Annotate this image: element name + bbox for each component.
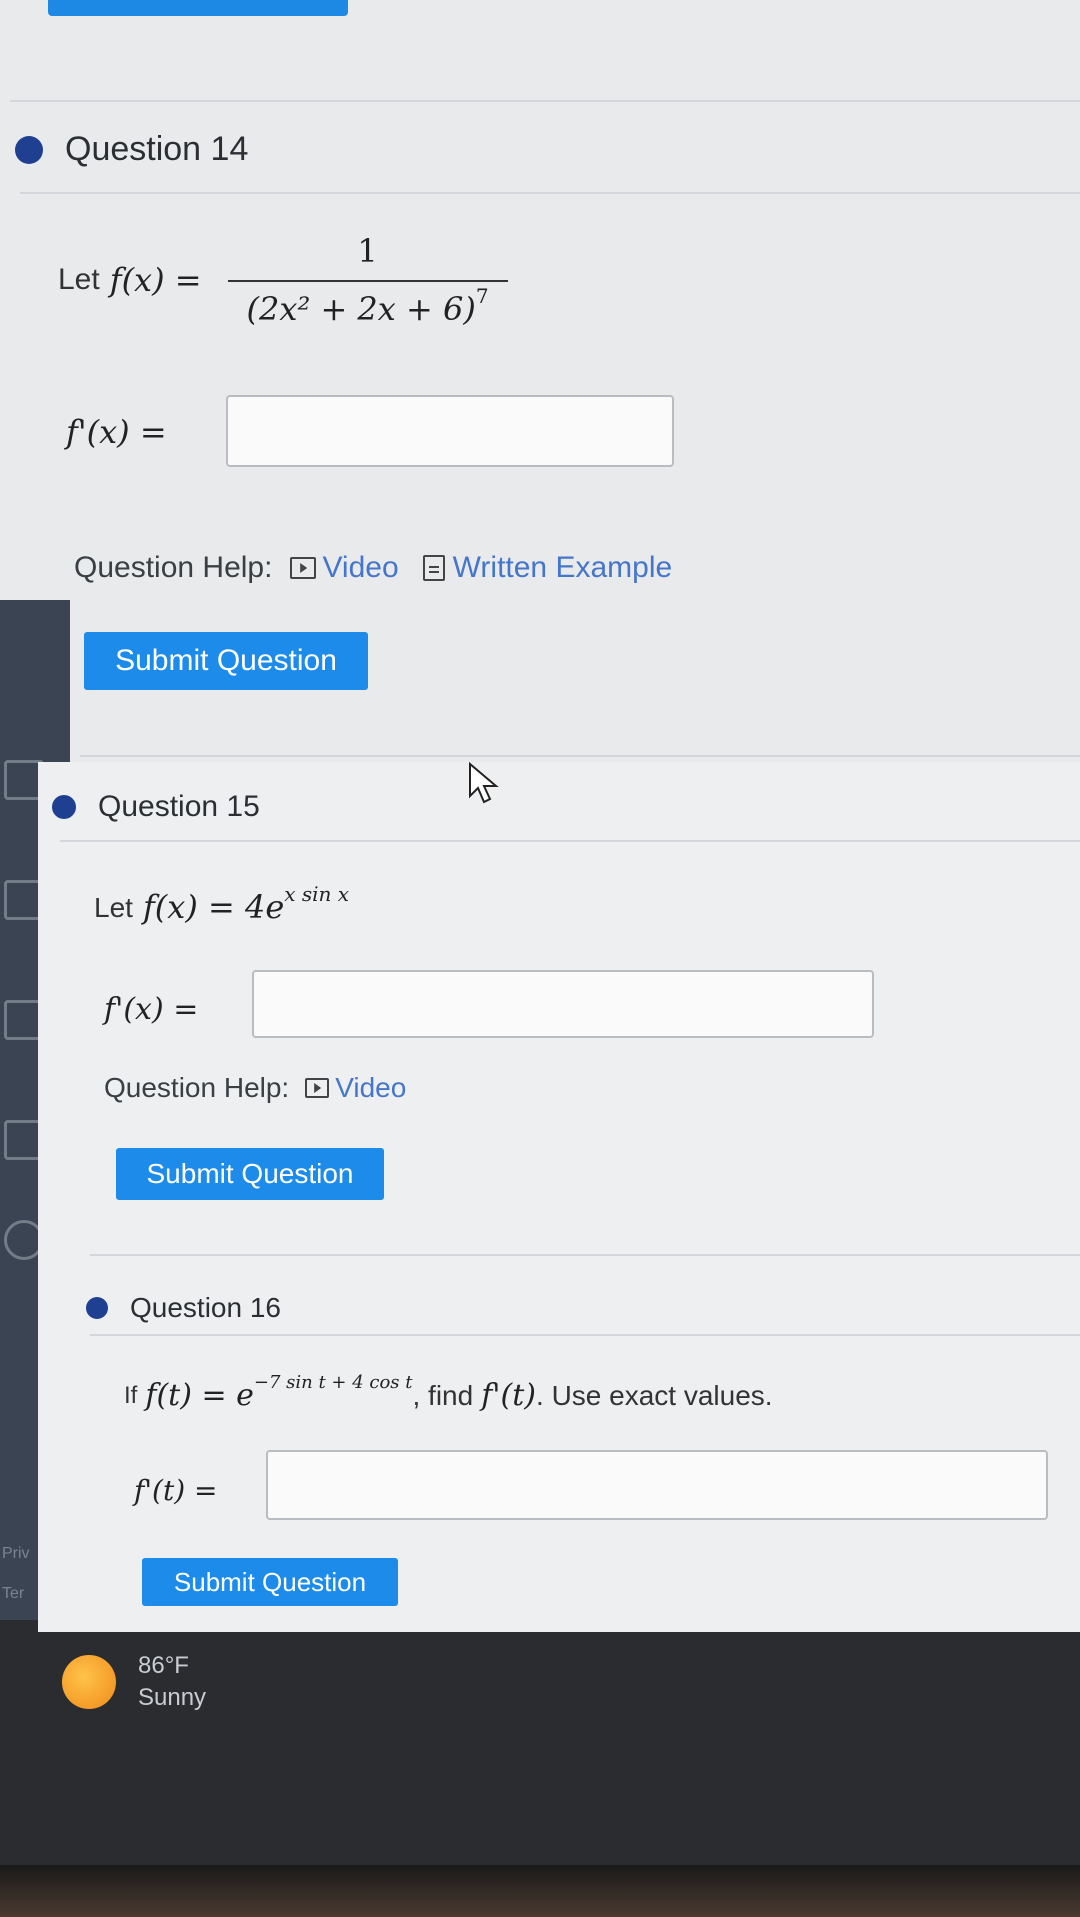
prompt-suffix: . Use exact values. [536,1380,773,1411]
answer-label: f'(t) = [134,1474,218,1507]
function-lhs: f(x) = 4e [142,888,285,926]
sun-icon [62,1655,116,1709]
question-help: Question Help: Video Written Example [74,551,672,585]
document-icon [422,555,445,581]
divider [80,755,1080,757]
question-15-header: Question 15 [52,790,260,824]
answer-input-q15[interactable] [252,970,874,1038]
video-link[interactable]: Video [290,551,399,585]
prompt-prefix: Let [94,892,133,923]
function-lhs: f(t) = e [145,1378,254,1413]
mouse-cursor-icon [469,762,499,804]
numerator: 1 [357,232,378,270]
divider [20,192,1080,194]
exponent: x sin x [284,882,350,906]
help-label: Question Help: [74,551,273,584]
divider [10,100,1080,102]
divider [60,840,1080,842]
weather-temperature: 86°F [138,1652,189,1679]
question-title: Question 14 [65,130,249,168]
question-title: Question 15 [98,790,260,823]
video-icon [305,1078,330,1098]
privacy-link[interactable]: Priv [2,1545,30,1563]
help-label: Question Help: [104,1072,290,1103]
function-lhs: f(x) = [109,261,202,299]
written-example-link[interactable]: Written Example [422,551,672,585]
answer-label: f'(x) = [66,413,167,451]
weather-widget[interactable]: 86°F Sunny [62,1650,206,1714]
status-dot-icon [15,135,43,164]
question-14-header: Question 14 [15,130,248,169]
status-dot-icon [86,1297,108,1319]
prompt-prefix: Let [58,263,100,296]
prompt-prefix: If [124,1382,138,1409]
weather-condition: Sunny [138,1684,207,1711]
exponent: 7 [475,284,489,308]
video-icon [290,557,317,579]
bottom-bezel [0,1865,1080,1917]
derivative-symbol: f'(t) [481,1378,537,1413]
divider [90,1334,1080,1336]
screen: Priv Ter Question 14 Let f(x) = 1 (2x² +… [0,0,1080,1632]
previous-submit-button[interactable] [48,0,348,16]
video-link[interactable]: Video [305,1072,406,1104]
submit-button-q14[interactable]: Submit Question [84,632,368,690]
answer-input-q14[interactable] [226,395,674,467]
status-dot-icon [52,795,76,819]
answer-input-q16[interactable] [266,1450,1048,1520]
question-help: Question Help: Video [104,1072,406,1104]
answer-label: f'(x) = [104,992,199,1027]
question-16-header: Question 16 [86,1292,281,1324]
submit-button-q15[interactable]: Submit Question [116,1148,384,1200]
fraction: 1 (2x² + 2x + 6) 7 [227,232,508,328]
submit-button-q16[interactable]: Submit Question [142,1558,398,1606]
denominator: (2x² + 2x + 6) [246,290,476,328]
question-15-prompt: Let f(x) = 4e x sin x [94,882,349,926]
question-title: Question 16 [130,1292,281,1323]
prompt-suffix: , find [412,1380,474,1411]
question-14-prompt: Let f(x) = 1 (2x² + 2x + 6) 7 [58,232,508,328]
exponent: −7 sin t + 4 cos t [253,1372,413,1393]
divider [90,1254,1080,1256]
question-16-prompt: If f(t) = e −7 sin t + 4 cos t , find f'… [124,1372,773,1413]
terms-link[interactable]: Ter [2,1585,24,1603]
